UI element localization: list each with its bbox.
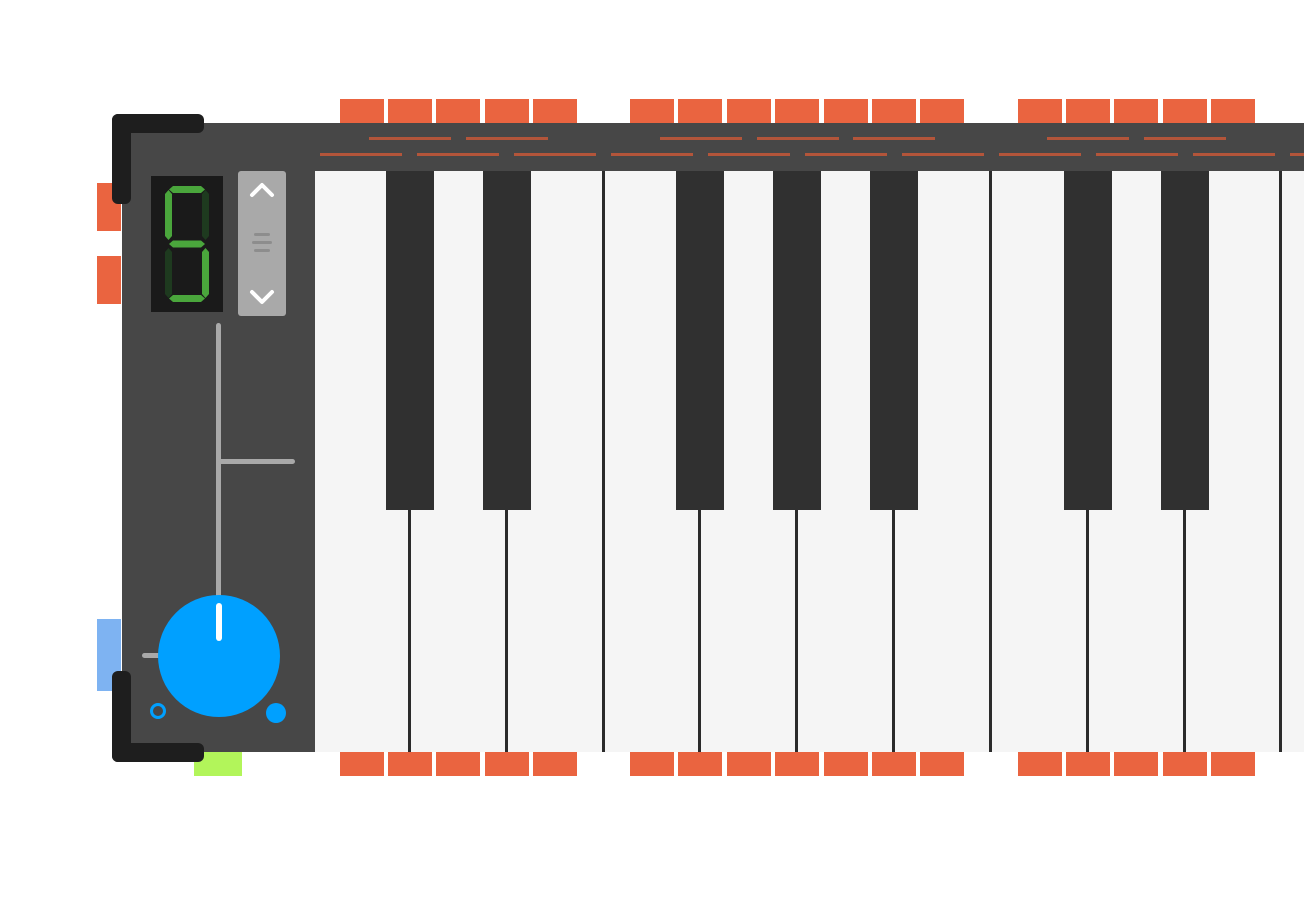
output-pin[interactable] [1114,752,1158,776]
segment-a [169,186,205,193]
input-pin[interactable] [872,99,916,123]
output-pin[interactable] [824,752,868,776]
wire-trace [999,153,1081,156]
wire-trace [320,153,402,156]
input-pin[interactable] [1163,99,1207,123]
octave-display: 5 [151,176,223,312]
left-input-port[interactable] [97,256,121,304]
output-pin[interactable] [436,752,480,776]
output-pin[interactable] [678,752,722,776]
output-pin[interactable] [1018,752,1062,776]
key-divider [989,171,992,752]
octave-stepper[interactable] [238,171,286,316]
input-pin[interactable] [388,99,432,123]
knob-max-marker [266,703,286,723]
input-pin[interactable] [920,99,964,123]
seven-segment-digit [165,186,209,302]
input-pin[interactable] [727,99,771,123]
level-knob[interactable] [158,595,280,717]
segment-e [165,248,172,298]
segment-c [202,248,209,298]
wire-trace [1290,153,1304,156]
wire-trace [805,153,887,156]
grip-lines-icon [252,233,272,253]
wire-trace [757,137,839,140]
black-key-6[interactable] [1064,171,1112,510]
piano-module: 5 [0,0,1304,908]
wire-trace [1096,153,1178,156]
black-key-3[interactable] [676,171,724,510]
output-pin[interactable] [1163,752,1207,776]
knob-indicator [216,603,222,641]
segment-d [169,295,205,302]
key-divider [892,510,895,752]
output-pin[interactable] [388,752,432,776]
input-pin[interactable] [1018,99,1062,123]
wire-trace [1193,153,1275,156]
output-pin[interactable] [485,752,529,776]
key-divider [698,510,701,752]
wire-trace [611,153,693,156]
selection-bracket [112,114,131,204]
wire-trace [466,137,548,140]
black-key-2[interactable] [483,171,531,510]
wire-trace [417,153,499,156]
signal-line [218,459,295,464]
key-divider [505,510,508,752]
input-pin[interactable] [775,99,819,123]
key-divider [1086,510,1089,752]
input-pin[interactable] [436,99,480,123]
segment-f [165,190,172,240]
wire-trace [369,137,451,140]
knob-min-marker [150,703,166,719]
black-key-7[interactable] [1161,171,1209,510]
wire-trace [660,137,742,140]
input-pin[interactable] [1066,99,1110,123]
input-pin[interactable] [678,99,722,123]
output-pin[interactable] [340,752,384,776]
wire-trace [1144,137,1226,140]
input-pin[interactable] [485,99,529,123]
output-pin[interactable] [1066,752,1110,776]
selection-bracket [112,671,131,762]
wire-trace [514,153,596,156]
input-pin[interactable] [340,99,384,123]
wire-trace [902,153,984,156]
output-pin[interactable] [533,752,577,776]
black-key-1[interactable] [386,171,434,510]
segment-b [202,190,209,240]
output-pin[interactable] [1211,752,1255,776]
key-divider [795,510,798,752]
input-pin[interactable] [1114,99,1158,123]
chevron-down-icon [250,290,274,304]
input-pin[interactable] [824,99,868,123]
output-pin[interactable] [872,752,916,776]
octave-up-button[interactable] [238,171,286,211]
key-divider [1279,171,1282,752]
key-divider [1183,510,1186,752]
segment-g [169,240,205,248]
output-pin[interactable] [920,752,964,776]
chevron-up-icon [250,183,274,197]
input-pin[interactable] [630,99,674,123]
output-pin[interactable] [630,752,674,776]
wire-trace [708,153,790,156]
black-key-4[interactable] [773,171,821,510]
input-pin[interactable] [1211,99,1255,123]
output-pin[interactable] [775,752,819,776]
input-pin[interactable] [533,99,577,123]
wire-trace [853,137,935,140]
key-divider [602,171,605,752]
black-key-5[interactable] [870,171,918,510]
key-divider [408,510,411,752]
wire-trace [1047,137,1129,140]
octave-down-button[interactable] [238,278,286,318]
output-pin[interactable] [727,752,771,776]
